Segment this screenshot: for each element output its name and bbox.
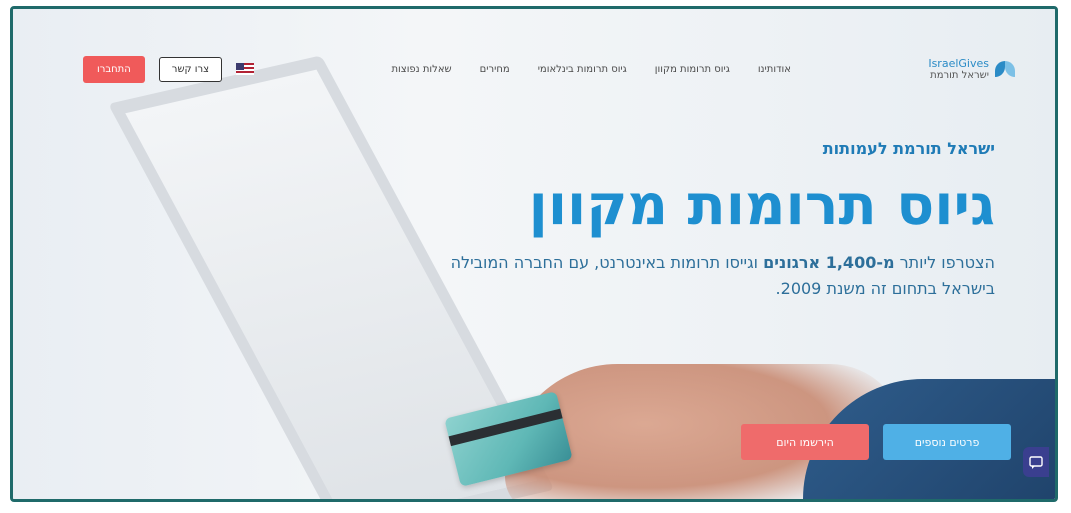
butterfly-logo-icon (994, 61, 1015, 77)
nav-link-faq[interactable]: שאלות נפוצות (391, 64, 451, 75)
nav-link-pricing[interactable]: מחירים (480, 64, 510, 75)
hero-eyebrow: ישראל תורמת לעמותות (822, 139, 995, 158)
nav-link-online-fundraising[interactable]: גיוס תרומות מקוון (655, 64, 730, 75)
us-flag-icon[interactable] (236, 63, 255, 75)
nav-link-international[interactable]: גיוס תרומות בינלאומי (538, 64, 627, 75)
brand-text: IsraelGives ישראל תורמת (928, 57, 989, 81)
hero-headline: גיוס תרומות מקוון (528, 173, 995, 238)
more-details-button[interactable]: פרטים נוספים (883, 424, 1011, 460)
contact-button[interactable]: צרו קשר (158, 56, 223, 82)
brand-logo[interactable]: IsraelGives ישראל תורמת (928, 57, 1015, 81)
nav-actions: התחברו צרו קשר (83, 55, 255, 83)
hero-content: ישראל תורמת לעמותות גיוס תרומות מקוון הצ… (435, 139, 995, 302)
hero-subtext: הצטרפו ליותר מ-1,400 ארגונים וגייסו תרומ… (435, 250, 995, 302)
subtext-part1: הצטרפו ליותר (894, 253, 995, 272)
subtext-bold: מ-1,400 ארגונים (763, 253, 895, 272)
brand-name-en: IsraelGives (928, 57, 989, 70)
nav-link-about[interactable]: אודותינו (758, 64, 791, 75)
cta-group: הירשמו היום פרטים נוספים (741, 424, 1011, 460)
chat-icon (1029, 456, 1043, 469)
card-stripe (448, 408, 563, 447)
brand-name-he: ישראל תורמת (930, 70, 989, 81)
top-nav: התחברו צרו קשר אודותינו גיוס תרומות מקוו… (83, 49, 1015, 89)
nav-links: אודותינו גיוס תרומות מקוון גיוס תרומות ב… (391, 64, 791, 75)
login-button[interactable]: התחברו (83, 55, 145, 83)
chat-widget-button[interactable] (1023, 447, 1049, 477)
register-button[interactable]: הירשמו היום (741, 424, 869, 460)
browser-frame: התחברו צרו קשר אודותינו גיוס תרומות מקוו… (10, 6, 1058, 502)
